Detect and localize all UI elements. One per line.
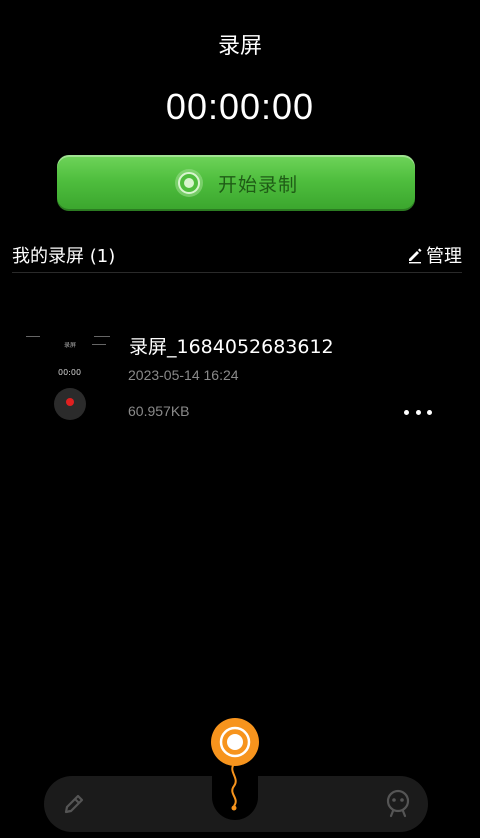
record-target-icon xyxy=(219,726,251,758)
thumbnail-record-button xyxy=(54,388,86,420)
thumbnail-timer: 00:00 xyxy=(58,368,82,377)
robot-face-icon[interactable] xyxy=(384,788,412,818)
more-dots-icon[interactable] xyxy=(404,402,432,422)
pencil-icon[interactable] xyxy=(60,790,88,818)
balloon-string-icon xyxy=(231,763,237,811)
start-recording-label: 开始录制 xyxy=(217,173,298,196)
record-balloon-icon[interactable] xyxy=(211,718,259,766)
start-recording-button[interactable]: 开始录制 xyxy=(57,155,415,211)
recording-date: 2023-05-14 16:24 xyxy=(128,367,239,383)
my-recordings-header: 我的录屏 (1) 管理 xyxy=(12,236,462,273)
manage-button[interactable]: 管理 xyxy=(406,242,462,268)
recording-name: 录屏_1684052683612 xyxy=(129,336,334,358)
recording-thumbnail: 录屏 00:00 xyxy=(22,330,118,426)
edit-icon xyxy=(409,248,422,264)
recording-list-item[interactable]: 录屏 00:00 录屏_1684052683612 2023-05-14 16:… xyxy=(22,330,452,430)
recording-size: 60.957KB xyxy=(128,403,190,419)
manage-label: 管理 xyxy=(426,246,462,267)
my-recordings-title: 我的录屏 (1) xyxy=(12,246,116,267)
recording-timer: 00:00:00 xyxy=(165,86,315,127)
record-icon xyxy=(174,169,203,197)
page-title: 录屏 xyxy=(217,34,262,59)
thumbnail-title: 录屏 xyxy=(64,342,77,349)
